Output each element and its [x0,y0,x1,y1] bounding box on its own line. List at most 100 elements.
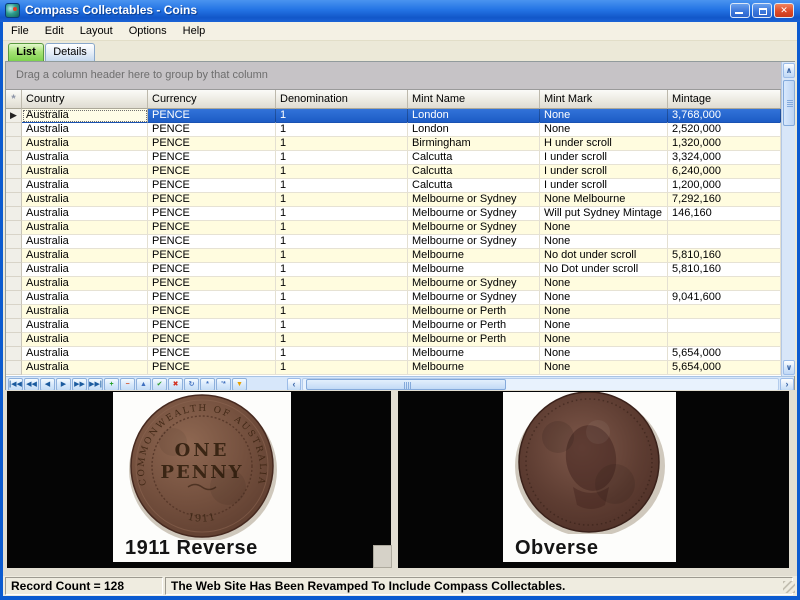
cell-mint-mark[interactable]: None [540,291,668,305]
cell-currency[interactable]: PENCE [148,109,276,123]
row-indicator[interactable] [6,249,22,263]
cell-country[interactable]: Australia [22,137,148,151]
cell-country[interactable]: Australia [22,207,148,221]
cell-mint-name[interactable]: Melbourne or Perth [408,305,540,319]
cell-mintage[interactable] [668,333,781,347]
cell-mint-mark[interactable]: I under scroll [540,151,668,165]
cell-mint-name[interactable]: Melbourne or Sydney [408,207,540,221]
vertical-scrollbar[interactable]: ∧ ∨ [781,62,795,376]
cell-currency[interactable]: PENCE [148,137,276,151]
cell-mint-name[interactable]: Melbourne or Sydney [408,221,540,235]
cell-country[interactable]: Australia [22,361,148,375]
cell-mint-mark[interactable]: No Dot under scroll [540,263,668,277]
cell-mintage[interactable]: 1,320,000 [668,137,781,151]
restore-button[interactable] [752,3,772,18]
group-by-panel[interactable]: Drag a column header here to group by th… [6,62,781,90]
cell-mint-mark[interactable]: None [540,347,668,361]
cell-denomination[interactable]: 1 [276,249,408,263]
cell-country[interactable]: Australia [22,347,148,361]
cell-currency[interactable]: PENCE [148,235,276,249]
cell-denomination[interactable]: 1 [276,333,408,347]
cell-currency[interactable]: PENCE [148,249,276,263]
cell-mint-mark[interactable]: I under scroll [540,165,668,179]
row-indicator[interactable] [6,221,22,235]
cell-denomination[interactable]: 1 [276,277,408,291]
cell-currency[interactable]: PENCE [148,277,276,291]
row-indicator[interactable] [6,291,22,305]
row-indicator-header[interactable]: * [6,90,22,109]
column-header-country[interactable]: Country [22,90,148,109]
cell-currency[interactable]: PENCE [148,347,276,361]
row-indicator[interactable] [6,137,22,151]
cell-country[interactable]: Australia [22,123,148,137]
cell-mint-mark[interactable]: None [540,277,668,291]
row-indicator[interactable] [6,165,22,179]
resize-grip[interactable] [783,581,795,593]
cell-currency[interactable]: PENCE [148,221,276,235]
cell-denomination[interactable]: 1 [276,123,408,137]
minimize-button[interactable] [730,3,750,18]
row-indicator[interactable] [6,235,22,249]
cell-denomination[interactable]: 1 [276,361,408,375]
cell-mint-mark[interactable]: None [540,305,668,319]
cell-currency[interactable]: PENCE [148,151,276,165]
cell-mintage[interactable]: 146,160 [668,207,781,221]
scroll-up-button[interactable]: ∧ [783,63,795,78]
cell-mint-mark[interactable]: No dot under scroll [540,249,668,263]
cell-denomination[interactable]: 1 [276,319,408,333]
cell-country[interactable]: Australia [22,277,148,291]
cell-denomination[interactable]: 1 [276,179,408,193]
vertical-scroll-thumb[interactable] [783,80,795,126]
cell-mintage[interactable]: 5,654,000 [668,347,781,361]
cell-currency[interactable]: PENCE [148,291,276,305]
cell-mint-mark[interactable]: None [540,235,668,249]
cell-denomination[interactable]: 1 [276,305,408,319]
cell-mint-name[interactable]: Melbourne or Sydney [408,291,540,305]
cell-mint-name[interactable]: Melbourne or Perth [408,333,540,347]
cell-mintage[interactable] [668,277,781,291]
cell-denomination[interactable]: 1 [276,151,408,165]
row-indicator[interactable] [6,319,22,333]
cell-currency[interactable]: PENCE [148,361,276,375]
menu-help[interactable]: Help [175,22,214,39]
cell-mint-name[interactable]: Melbourne [408,361,540,375]
cell-mintage[interactable]: 9,041,600 [668,291,781,305]
cell-mintage[interactable]: 1,200,000 [668,179,781,193]
cell-denomination[interactable]: 1 [276,165,408,179]
cell-denomination[interactable]: 1 [276,193,408,207]
menu-file[interactable]: File [3,22,37,39]
row-indicator[interactable] [6,123,22,137]
cell-mint-mark[interactable]: None Melbourne [540,193,668,207]
row-indicator[interactable] [6,179,22,193]
menu-layout[interactable]: Layout [72,22,121,39]
cell-mintage[interactable]: 5,810,160 [668,249,781,263]
horizontal-scroll-thumb[interactable] [306,379,506,390]
row-indicator[interactable] [6,207,22,221]
cell-country[interactable]: Australia [22,193,148,207]
cell-country[interactable]: Australia [22,109,148,123]
cell-currency[interactable]: PENCE [148,333,276,347]
current-row-indicator[interactable]: ▶ [6,109,22,123]
cell-mintage[interactable] [668,319,781,333]
cell-denomination[interactable]: 1 [276,347,408,361]
cell-currency[interactable]: PENCE [148,193,276,207]
cell-denomination[interactable]: 1 [276,263,408,277]
column-header-mint-mark[interactable]: Mint Mark [540,90,668,109]
cell-denomination[interactable]: 1 [276,109,408,123]
row-indicator[interactable] [6,277,22,291]
cell-mintage[interactable]: 7,292,160 [668,193,781,207]
menu-edit[interactable]: Edit [37,22,72,39]
cell-mint-mark[interactable]: H under scroll [540,137,668,151]
cell-country[interactable]: Australia [22,263,148,277]
row-indicator[interactable] [6,305,22,319]
cell-mint-name[interactable]: London [408,109,540,123]
cell-mintage[interactable]: 5,654,000 [668,361,781,375]
cell-country[interactable]: Australia [22,249,148,263]
row-indicator[interactable] [6,333,22,347]
cell-currency[interactable]: PENCE [148,305,276,319]
close-button[interactable]: ✕ [774,3,794,18]
column-header-denomination[interactable]: Denomination [276,90,408,109]
cell-mint-name[interactable]: Melbourne [408,249,540,263]
cell-mint-mark[interactable]: None [540,361,668,375]
cell-mint-name[interactable]: Melbourne [408,347,540,361]
